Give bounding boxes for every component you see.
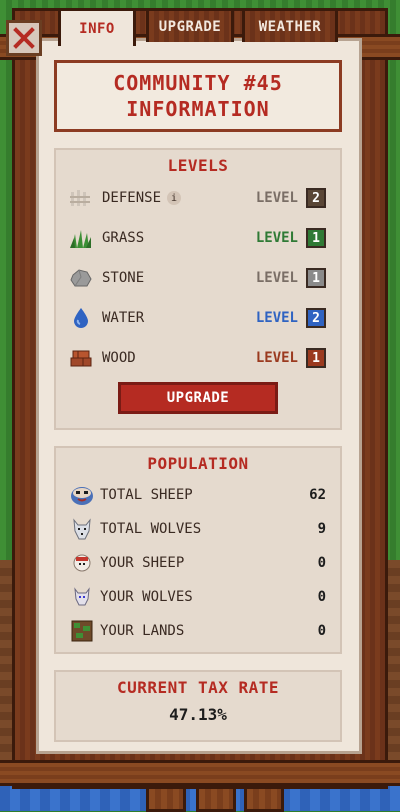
- population-title: POPULATION: [147, 454, 249, 473]
- info-icon[interactable]: i: [167, 191, 182, 205]
- population-card: POPULATION TOTAL SHEEP 62 TOTAL WOLVES 9…: [54, 446, 342, 654]
- pop-value: 0: [317, 555, 326, 571]
- level-badge: 2: [306, 188, 326, 208]
- tab-weather-label: WEATHER: [258, 18, 322, 35]
- pop-value: 0: [317, 589, 326, 605]
- land-icon: [70, 619, 94, 643]
- level-row-wood: WOOD LEVEL 1: [70, 346, 326, 370]
- level-row-stone: STONE LEVEL 1: [70, 266, 326, 290]
- title-line-2: INFORMATION: [126, 97, 270, 121]
- level-badge: 2: [306, 308, 326, 328]
- support-post: [146, 786, 186, 812]
- upgrade-button-label: UPGRADE: [166, 390, 230, 406]
- level-badge: 1: [306, 268, 326, 288]
- wolf-icon: [70, 517, 94, 541]
- level-label: LEVEL: [255, 270, 298, 286]
- pop-row-your-wolves: YOUR WOLVES 0: [70, 584, 326, 610]
- pop-label: TOTAL SHEEP: [100, 487, 193, 503]
- grass-icon: [70, 227, 92, 249]
- pop-label: TOTAL WOLVES: [100, 521, 202, 537]
- close-icon: [13, 27, 35, 49]
- community-title: COMMUNITY #45 INFORMATION: [54, 60, 342, 132]
- level-label: LEVEL: [255, 310, 298, 326]
- level-row-water: WATER LEVEL 2: [70, 306, 326, 330]
- tab-upgrade-label: UPGRADE: [158, 18, 222, 35]
- level-label: LEVEL: [255, 190, 298, 206]
- level-name: DEFENSE: [102, 190, 162, 206]
- tab-upgrade[interactable]: UPGRADE: [146, 8, 234, 42]
- pop-label: YOUR LANDS: [100, 623, 185, 639]
- level-name: WATER: [102, 310, 145, 326]
- level-name: WOOD: [102, 350, 136, 366]
- tax-value: 47.13%: [169, 705, 227, 724]
- small-wolf-icon: [70, 585, 94, 609]
- tab-weather[interactable]: WEATHER: [242, 8, 338, 42]
- levels-card: LEVELS DEFENSE i LEVEL 2 GRASS LEVEL 1 ST…: [54, 148, 342, 430]
- tax-title: CURRENT TAX RATE: [116, 678, 280, 697]
- close-button[interactable]: [6, 20, 42, 56]
- pop-value: 0: [317, 623, 326, 639]
- tab-info-label: INFO: [79, 20, 115, 37]
- pop-label: YOUR SHEEP: [100, 555, 185, 571]
- level-label: LEVEL: [255, 230, 298, 246]
- level-badge: 1: [306, 348, 326, 368]
- support-post: [196, 786, 236, 812]
- pop-row-total-wolves: TOTAL WOLVES 9: [70, 516, 326, 542]
- sheep-face-icon: [70, 483, 94, 507]
- level-row-defense: DEFENSE i LEVEL 2: [70, 186, 326, 210]
- level-badge: 1: [306, 228, 326, 248]
- pop-value: 9: [317, 521, 326, 537]
- level-label: LEVEL: [255, 350, 298, 366]
- stone-icon: [70, 267, 92, 289]
- water-drop-icon: [70, 307, 92, 329]
- level-name: GRASS: [102, 230, 145, 246]
- support-post: [244, 786, 284, 812]
- pop-row-your-sheep: YOUR SHEEP 0: [70, 550, 326, 576]
- pop-row-your-lands: YOUR LANDS 0: [70, 618, 326, 644]
- tax-card: CURRENT TAX RATE 47.13%: [54, 670, 342, 742]
- wood-icon: [70, 347, 92, 369]
- level-name: STONE: [102, 270, 145, 286]
- fence-icon: [70, 187, 92, 209]
- level-row-grass: GRASS LEVEL 1: [70, 226, 326, 250]
- sheep-icon: [70, 551, 94, 575]
- upgrade-button[interactable]: UPGRADE: [118, 382, 278, 414]
- bottom-beam: [0, 760, 400, 786]
- pop-row-total-sheep: TOTAL SHEEP 62: [70, 482, 326, 508]
- title-line-1: COMMUNITY #45: [113, 71, 283, 95]
- pop-label: YOUR WOLVES: [100, 589, 193, 605]
- levels-title: LEVELS: [167, 156, 229, 175]
- pop-value: 62: [309, 487, 326, 503]
- tab-info[interactable]: INFO: [58, 8, 136, 46]
